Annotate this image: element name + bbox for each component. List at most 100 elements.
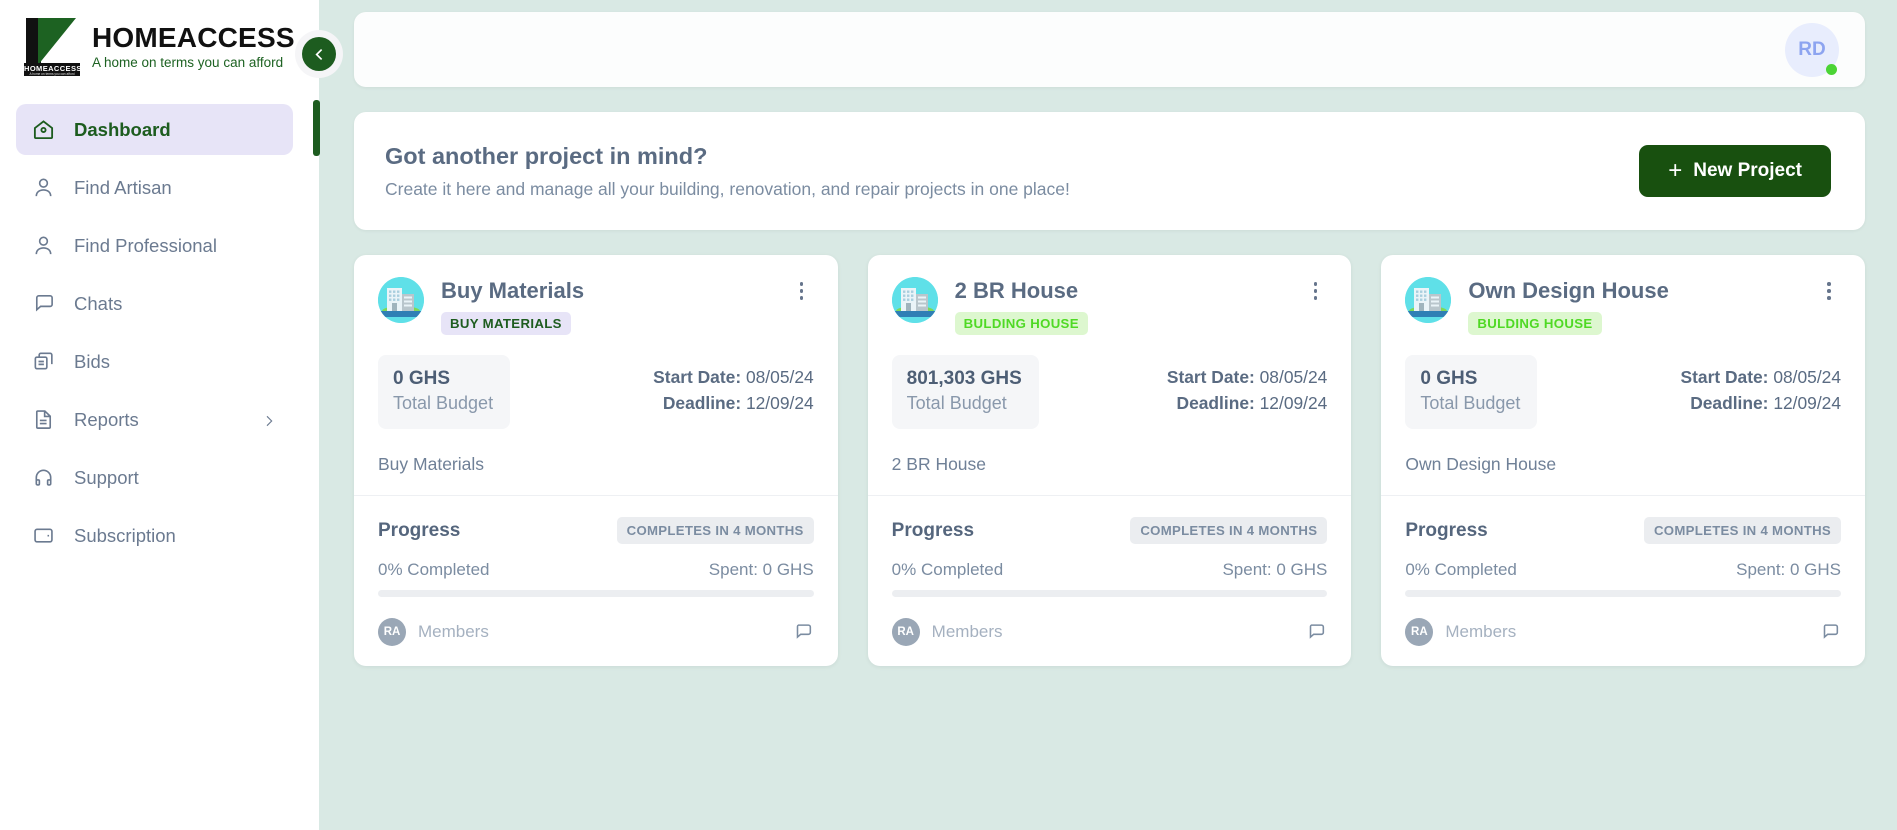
document-icon (32, 408, 55, 431)
user-icon (32, 234, 55, 257)
percent-completed: 0% Completed (378, 560, 490, 579)
budget-amount: 801,303 GHS (906, 368, 1022, 389)
members-row: RA Members (1405, 618, 1841, 646)
project-card-header: 2 BR House BULDING HOUSE (891, 277, 1328, 335)
project-meta-row: 801,303 GHS Total Budget Start Date: 08/… (891, 355, 1328, 429)
new-project-button-label: New Project (1693, 160, 1802, 181)
start-date-row: Start Date: 08/05/24 (653, 367, 814, 387)
active-page-marker (313, 100, 320, 156)
chevron-left-icon[interactable] (302, 37, 336, 71)
chat-bubble-icon[interactable] (1819, 621, 1841, 643)
budget-label: Total Budget (906, 393, 1007, 413)
brand-name: HOMEACCESS (92, 22, 295, 53)
amount-spent: Spent: 0 GHS (1222, 560, 1328, 579)
completion-chip: COMPLETES IN 4 MONTHS (1643, 517, 1842, 544)
sidebar-item-support[interactable]: Support (16, 452, 293, 503)
member-avatar[interactable]: RA (891, 618, 920, 646)
sidebar-item-label: Reports (74, 408, 139, 430)
project-type-badge: BULDING HOUSE (954, 312, 1088, 335)
sidebar-item-label: Chats (74, 292, 123, 314)
brand-tagline: A home on terms you can afford (92, 55, 284, 70)
project-title: Buy Materials (441, 278, 585, 303)
chat-bubble-icon[interactable] (1305, 621, 1327, 643)
office-building-icon (378, 277, 424, 323)
wallet-icon (32, 524, 55, 547)
completion-chip: COMPLETES IN 4 MONTHS (616, 517, 814, 544)
project-card-title-group: 2 BR House BULDING HOUSE (954, 277, 1287, 335)
project-card-title-group: Buy Materials BUY MATERIALS (441, 277, 773, 335)
project-title: 2 BR House (954, 278, 1079, 303)
project-card-title-group: Own Design House BULDING HOUSE (1468, 277, 1800, 335)
sidebar-item-label: Bids (74, 350, 110, 372)
brand-logo[interactable]: HOMEACCESS A home on terms you can affor… (0, 0, 319, 90)
more-vertical-icon[interactable] (1817, 277, 1841, 301)
project-card-grid: Buy Materials BUY MATERIALS 0 GHS Total … (354, 255, 1866, 666)
office-building-icon (1405, 277, 1452, 323)
project-card-header: Buy Materials BUY MATERIALS (378, 277, 814, 335)
new-project-button[interactable]: + New Project (1639, 145, 1831, 197)
project-card[interactable]: 2 BR House BULDING HOUSE 801,303 GHS Tot… (867, 255, 1352, 666)
members-label: Members (418, 622, 489, 641)
user-avatar-wrapper[interactable]: RD (1785, 22, 1839, 77)
sidebar: HOMEACCESS A home on terms you can affor… (0, 0, 319, 830)
logo-plate-sub: A home on terms you can afford (29, 72, 75, 76)
more-vertical-icon[interactable] (1303, 277, 1327, 301)
sidebar-item-find-artisan[interactable]: Find Artisan (16, 162, 293, 213)
sidebar-collapse-button[interactable] (295, 30, 343, 78)
sidebar-item-dashboard[interactable]: Dashboard (16, 104, 293, 155)
project-dates: Start Date: 08/05/24 Deadline: 12/09/24 (1167, 355, 1328, 416)
main-content: RD Got another project in mind? Create i… (295, 0, 1897, 830)
deadline-row: Deadline: 12/09/24 (1690, 393, 1842, 413)
budget-box: 801,303 GHS Total Budget (891, 355, 1039, 429)
budget-box: 0 GHS Total Budget (1405, 355, 1538, 429)
sidebar-item-label: Find Professional (74, 234, 217, 256)
project-card-bottom: Progress COMPLETES IN 4 MONTHS 0% Comple… (867, 495, 1352, 666)
deadline-row: Deadline: 12/09/24 (1176, 393, 1328, 413)
project-card[interactable]: Buy Materials BUY MATERIALS 0 GHS Total … (354, 255, 838, 666)
topbar: RD (354, 12, 1865, 87)
headset-icon (32, 466, 55, 489)
sidebar-item-find-professional[interactable]: Find Professional (16, 220, 293, 271)
amount-spent: Spent: 0 GHS (708, 560, 814, 579)
completion-chip: COMPLETES IN 4 MONTHS (1130, 517, 1328, 544)
members-row: RA Members (891, 618, 1328, 646)
start-date-row: Start Date: 08/05/24 (1166, 367, 1328, 387)
project-card-top: Buy Materials BUY MATERIALS 0 GHS Total … (354, 255, 838, 495)
progress-label: Progress (891, 519, 975, 541)
more-vertical-icon[interactable] (790, 277, 814, 301)
project-meta-row: 0 GHS Total Budget Start Date: 08/05/24 … (378, 355, 814, 429)
project-type-badge: BUY MATERIALS (441, 312, 571, 335)
members-row: RA Members (378, 618, 814, 646)
sidebar-item-label: Subscription (74, 524, 176, 546)
project-card-header: Own Design House BULDING HOUSE (1405, 277, 1841, 335)
chat-bubble-icon[interactable] (792, 621, 814, 643)
sidebar-item-reports[interactable]: Reports (16, 394, 293, 445)
budget-amount: 0 GHS (393, 368, 451, 389)
progress-header: Progress COMPLETES IN 4 MONTHS (378, 517, 814, 544)
members-label: Members (1445, 622, 1517, 641)
project-title: Own Design House (1468, 278, 1669, 303)
project-description: Own Design House (1405, 454, 1557, 474)
member-avatar[interactable]: RA (1405, 618, 1434, 646)
members-label: Members (931, 622, 1003, 641)
sidebar-item-subscription[interactable]: Subscription (16, 510, 293, 561)
progress-label: Progress (378, 519, 461, 541)
project-card-bottom: Progress COMPLETES IN 4 MONTHS 0% Comple… (354, 495, 838, 666)
budget-box: 0 GHS Total Budget (378, 355, 511, 429)
member-avatar[interactable]: RA (378, 618, 406, 646)
user-icon (32, 176, 55, 199)
sidebar-item-bids[interactable]: Bids (16, 336, 293, 387)
chat-icon (32, 292, 55, 315)
progress-stats: 0% Completed Spent: 0 GHS (892, 560, 1328, 580)
project-card-top: Own Design House BULDING HOUSE 0 GHS Tot… (1381, 255, 1865, 495)
budget-amount: 0 GHS (1420, 368, 1478, 389)
copy-icon (32, 350, 55, 373)
project-card[interactable]: Own Design House BULDING HOUSE 0 GHS Tot… (1381, 255, 1866, 666)
deadline-row: Deadline: 12/09/24 (662, 393, 814, 413)
progress-header: Progress COMPLETES IN 4 MONTHS (892, 517, 1328, 544)
project-description: Buy Materials (378, 454, 485, 474)
percent-completed: 0% Completed (891, 560, 1004, 579)
sidebar-item-chats[interactable]: Chats (16, 278, 293, 329)
chevron-right-icon (261, 412, 277, 428)
project-dates: Start Date: 08/05/24 Deadline: 12/09/24 (653, 355, 814, 416)
